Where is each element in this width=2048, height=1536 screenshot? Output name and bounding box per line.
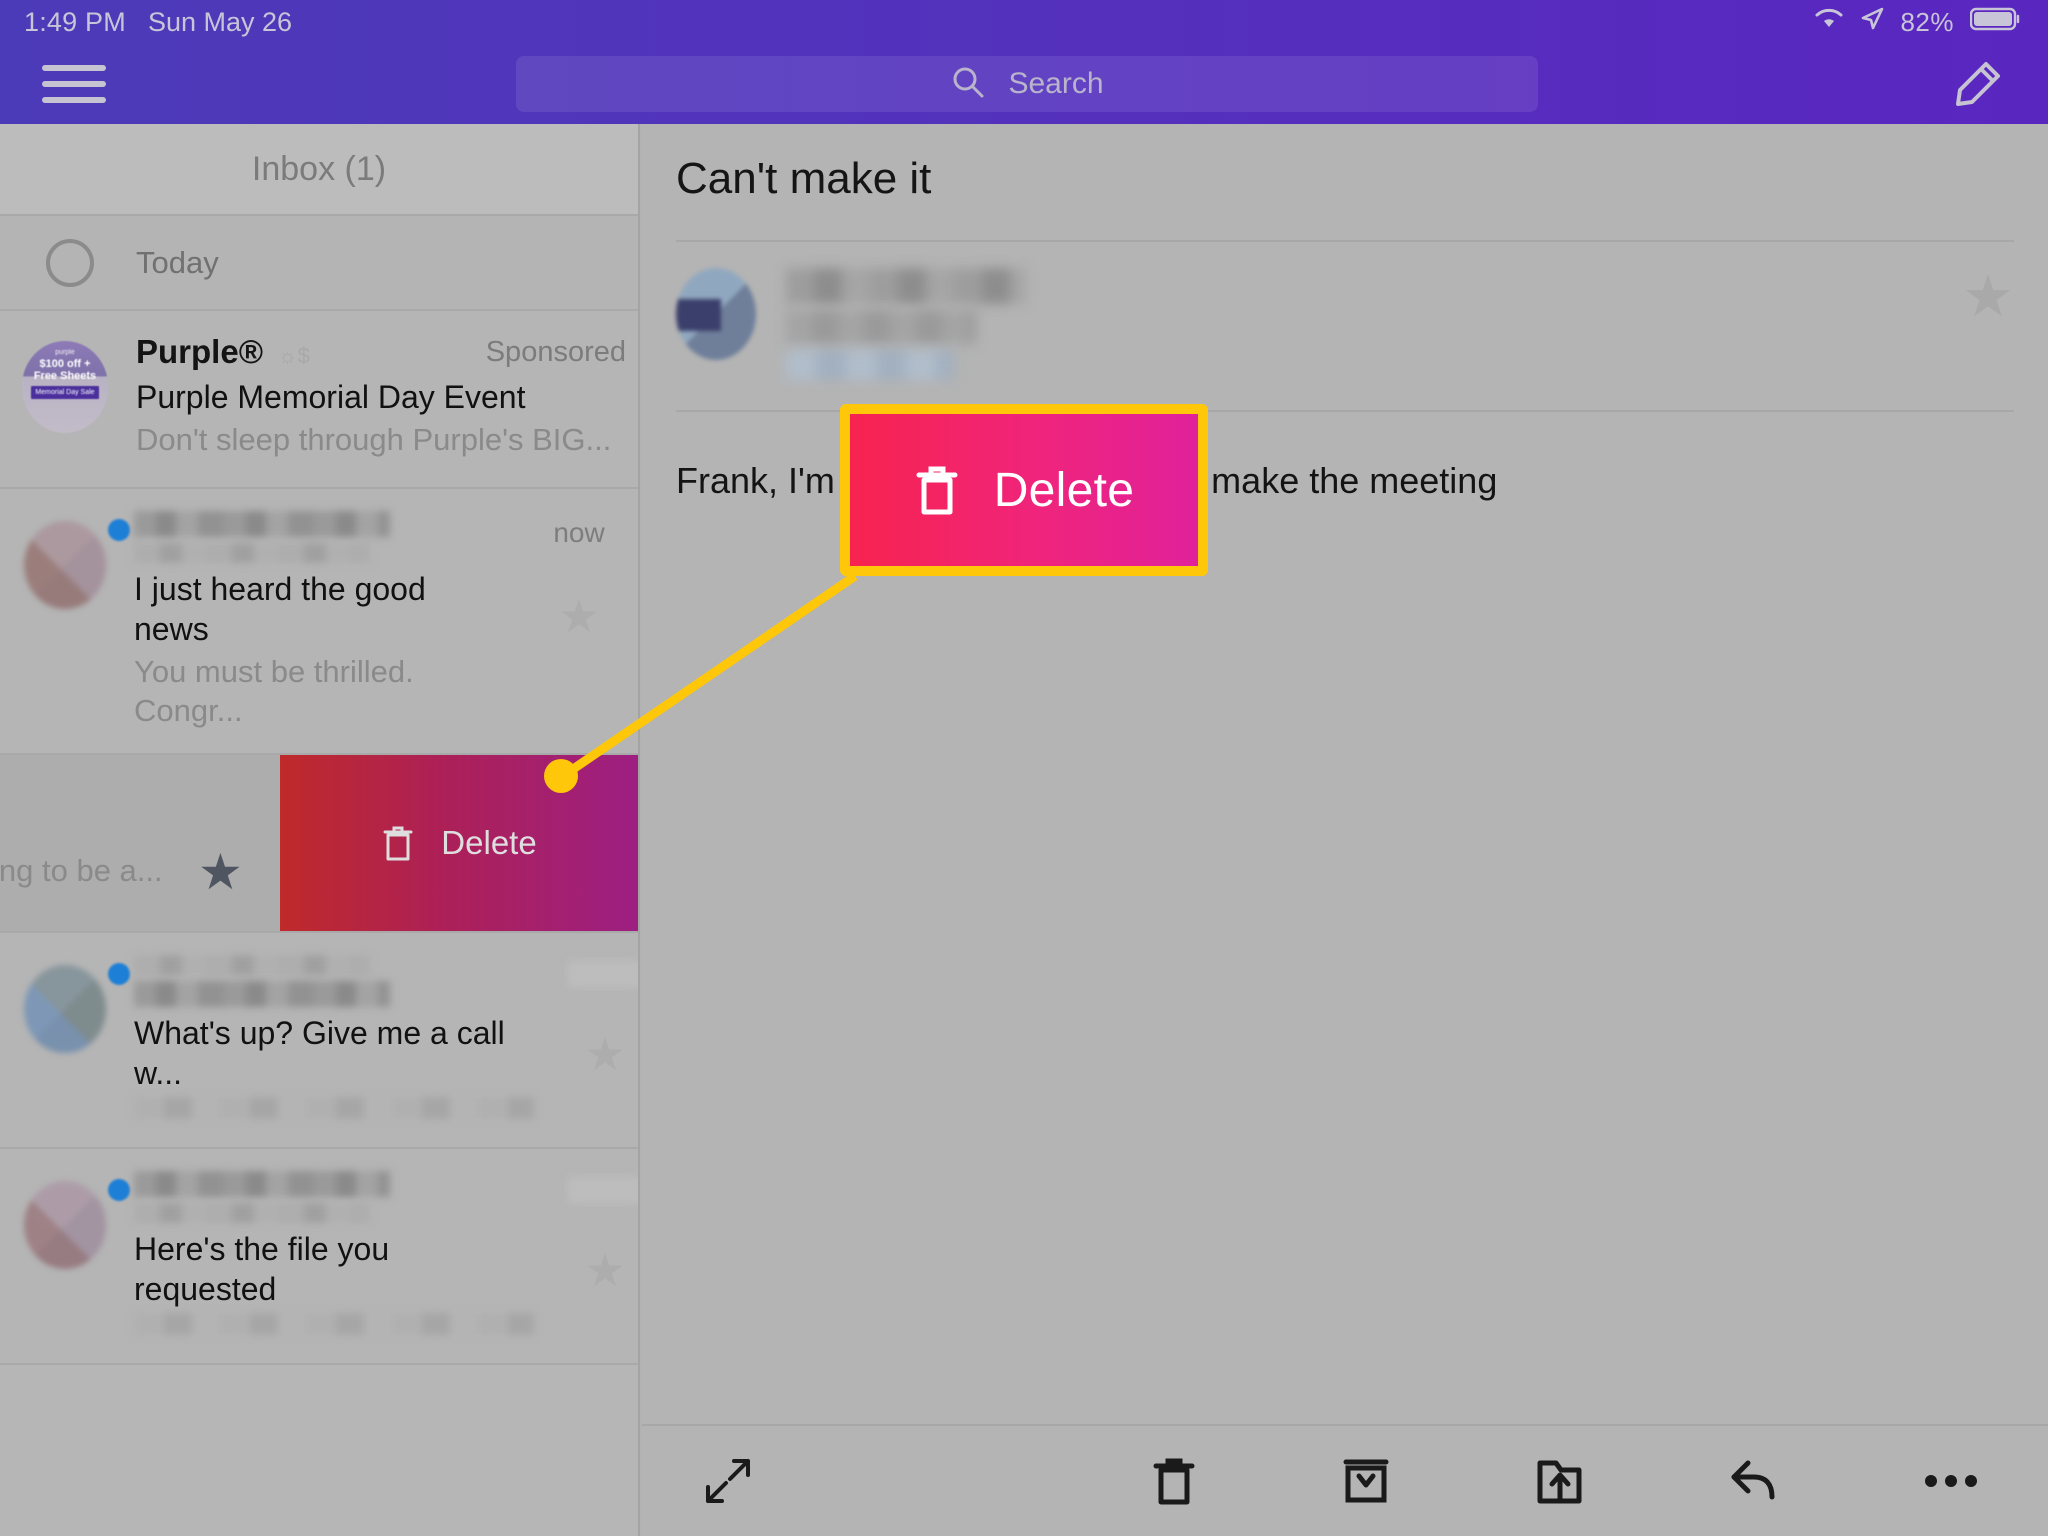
today-section-row[interactable]: Today	[0, 216, 638, 311]
trash-icon[interactable]	[1150, 1453, 1198, 1509]
ad-avatar-brand: purple	[55, 349, 75, 356]
inbox-title: Inbox (1)	[0, 124, 638, 216]
message-list-sidebar: Inbox (1) Today purple $100 off + Free S…	[0, 124, 640, 1536]
battery-percent: 82%	[1900, 6, 1954, 37]
message-sender-block: ★	[642, 242, 2048, 380]
status-bar-left: 1:49 PM Sun May 26	[0, 7, 292, 38]
list-item-preview: ing to be a...	[0, 852, 163, 888]
page-title: Can't make it	[676, 154, 932, 203]
move-to-folder-icon[interactable]	[1534, 1453, 1586, 1509]
unread-indicator-dot	[108, 519, 130, 541]
ad-avatar-badge: Memorial Day Sale	[31, 385, 99, 399]
list-item-sender-redacted	[134, 511, 390, 537]
list-item-preview-redacted	[134, 1096, 534, 1119]
sun-dollar-icon: ☼$	[277, 343, 310, 368]
avatar: purple $100 off + Free Sheets Memorial D…	[22, 341, 108, 433]
swipe-delete-button[interactable]: Delete	[280, 754, 638, 931]
list-item-timestamp: now	[553, 517, 605, 548]
archive-icon[interactable]	[1340, 1454, 1392, 1508]
callout-delete-label: Delete	[993, 463, 1135, 517]
star-icon[interactable]: ★	[198, 847, 243, 897]
list-item-content: Here's the file you requested	[108, 1170, 546, 1341]
search-placeholder: Search	[1008, 67, 1104, 100]
unread-indicator-dot	[108, 1178, 130, 1201]
hamburger-line	[42, 97, 106, 103]
location-arrow-icon	[1860, 6, 1884, 39]
trash-icon	[381, 823, 415, 863]
star-icon[interactable]: ★	[584, 1031, 625, 1077]
list-item-preview-redacted	[134, 1312, 534, 1335]
list-item[interactable]: Here's the file you requested ★	[0, 1148, 638, 1365]
list-item-meta: ★	[546, 955, 638, 1077]
wifi-icon	[1814, 7, 1844, 38]
hamburger-line	[42, 65, 106, 71]
today-label: Today	[136, 244, 219, 280]
list-item-preview: Don't sleep through Purple's BIG...	[136, 422, 612, 457]
search-input[interactable]: Search	[516, 56, 1538, 112]
list-item-meta: now ★	[520, 511, 638, 639]
ad-avatar-line1: $100 off +	[39, 357, 91, 370]
select-all-circle-icon[interactable]	[46, 238, 94, 287]
status-bar-right: 82%	[1814, 6, 2048, 39]
compose-pencil-icon[interactable]	[1948, 58, 2004, 114]
list-item-meta: ★	[546, 1171, 638, 1293]
unread-indicator-dot	[108, 962, 130, 985]
star-icon[interactable]: ★	[558, 593, 599, 639]
message-action-toolbar	[642, 1424, 2048, 1536]
list-item-preview: You must be thrilled. Congr...	[134, 654, 414, 728]
avatar	[24, 1180, 106, 1269]
list-item-content: I just heard the good news You must be t…	[108, 511, 520, 731]
list-item-timestamp-redacted	[568, 960, 638, 987]
list-item[interactable]: purple $100 off + Free Sheets Memorial D…	[0, 311, 638, 489]
ad-header-row: Purple® ☼$ Sponsored	[136, 333, 626, 371]
status-date: Sun May 26	[147, 6, 293, 37]
list-item-subject: What's up? Give me a call w...	[134, 1014, 505, 1091]
ad-sender-group: Purple® ☼$	[136, 333, 310, 371]
trash-icon	[914, 462, 960, 518]
avatar	[24, 521, 106, 609]
avatar	[24, 964, 106, 1053]
avatar	[676, 268, 756, 360]
status-time: 1:49 PM	[24, 6, 126, 37]
list-item[interactable]: What's up? Give me a call w... ★	[0, 932, 638, 1149]
reply-arrow-icon[interactable]	[1728, 1455, 1782, 1507]
sender-recipient-redacted	[786, 350, 954, 380]
list-item-timestamp-redacted	[568, 1176, 638, 1203]
sender-details-redacted	[786, 268, 1026, 380]
list-item-sender-redacted-2	[134, 543, 370, 563]
delete-callout-highlight[interactable]: Delete	[840, 404, 1208, 576]
hamburger-menu-icon[interactable]	[42, 59, 106, 109]
mail-app-screen: 1:49 PM Sun May 26 82% Search Inbox (1) …	[0, 0, 2048, 1536]
list-item-sender-redacted	[134, 954, 370, 975]
list-item-subject: Purple Memorial Day Event	[136, 379, 526, 415]
list-item-subject: Here's the file you requested	[134, 1230, 390, 1307]
list-item-sender-redacted	[134, 1170, 390, 1197]
reading-pane: Can't make it ★ Frank, I'm not going to …	[642, 124, 2048, 1536]
status-bar: 1:49 PM Sun May 26 82%	[0, 0, 2048, 44]
sponsored-label: Sponsored	[485, 335, 626, 368]
battery-icon	[1969, 6, 2022, 39]
more-options-icon[interactable]	[1924, 1471, 1978, 1491]
star-icon[interactable]: ★	[584, 1247, 625, 1293]
app-header-bar: Search	[0, 44, 2048, 124]
list-item-sender-redacted-2	[134, 980, 390, 1007]
list-item-subject: I just heard the good news	[134, 571, 426, 647]
ad-sender-name: Purple®	[136, 333, 264, 370]
hamburger-line	[42, 81, 106, 87]
list-item-content: Purple® ☼$ Sponsored Purple Memorial Day…	[136, 333, 638, 460]
list-item-sender-redacted-2	[134, 1202, 370, 1223]
swiped-item-remains: ing to be a... ★	[0, 755, 280, 931]
swipe-delete-label: Delete	[441, 823, 537, 861]
toolbar-actions	[1150, 1453, 2048, 1509]
swiped-list-item[interactable]: ing to be a... ★ Delete	[0, 754, 638, 933]
sender-name-redacted	[786, 268, 1026, 304]
star-icon[interactable]: ★	[1962, 268, 2014, 326]
list-item-content: What's up? Give me a call w...	[108, 954, 546, 1125]
list-item[interactable]: I just heard the good news You must be t…	[0, 489, 638, 755]
ad-avatar-line2: Free Sheets	[33, 369, 97, 382]
search-icon	[950, 64, 986, 105]
expand-arrows-icon[interactable]	[700, 1453, 756, 1509]
sender-address-redacted	[786, 310, 976, 344]
